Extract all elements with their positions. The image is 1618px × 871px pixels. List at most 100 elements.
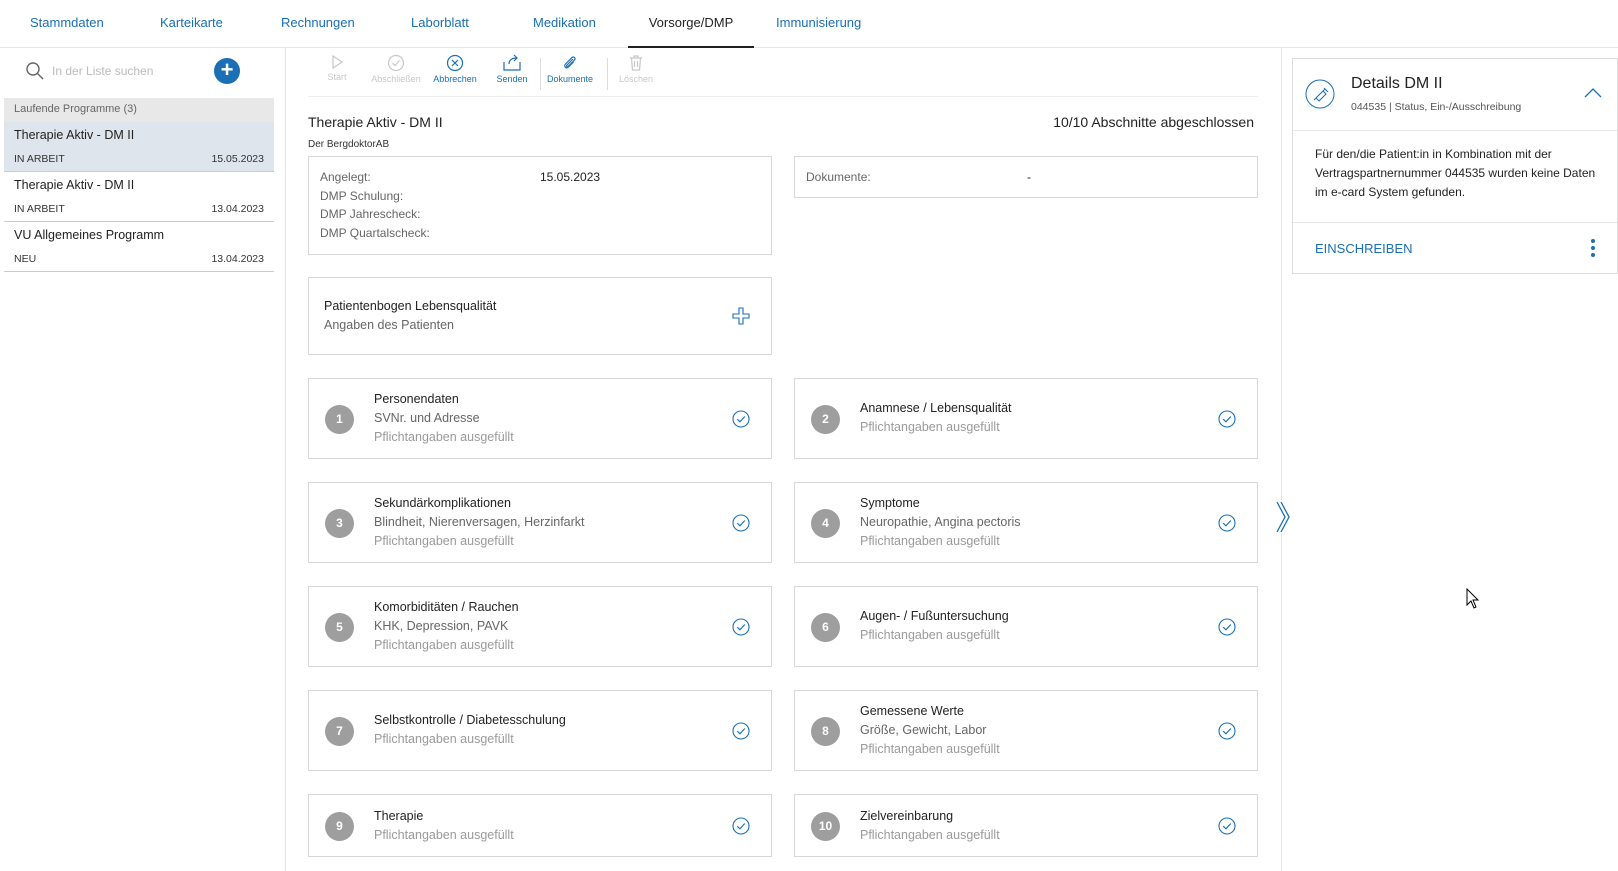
section-title: Selbstkontrolle / Diabetesschulung <box>374 713 566 727</box>
search-input[interactable] <box>52 60 202 82</box>
top-tab-bar: Stammdaten Karteikarte Rechnungen Laborb… <box>0 0 1618 48</box>
program-status: NEU <box>14 253 37 265</box>
documents-label: Dokumente <box>546 74 594 84</box>
section-status: Pflichtangaben ausgefüllt <box>374 732 514 746</box>
divider <box>1293 130 1617 131</box>
tab-karteikarte[interactable]: Karteikarte <box>160 0 223 48</box>
training-label: DMP Schulung: <box>320 189 404 203</box>
program-list-item[interactable]: Therapie Aktiv - DM II IN ARBEIT 15.05.2… <box>4 122 274 172</box>
section-number-badge: 4 <box>811 509 840 538</box>
program-list-panel: + Laufende Programme (3) Therapie Aktiv … <box>0 48 286 871</box>
complete-button[interactable]: Abschließen <box>371 54 421 84</box>
program-date: 15.05.2023 <box>211 153 264 165</box>
quarterly-check-label: DMP Quartalscheck: <box>320 226 430 240</box>
section-title: Anamnese / Lebensqualität <box>860 401 1012 415</box>
syringe-icon <box>1305 79 1335 109</box>
annual-check-label: DMP Jahrescheck: <box>320 207 421 221</box>
section-title: Sekundärkomplikationen <box>374 496 511 510</box>
enroll-button[interactable]: EINSCHREIBEN <box>1315 241 1413 256</box>
section-detail: Blindheit, Nierenversagen, Herzinfarkt <box>374 515 585 529</box>
details-panel: Details DM II 044535 | Status, Ein-/Auss… <box>1292 58 1618 274</box>
section-card-sekundaerkomplikationen[interactable]: 3 Sekundärkomplikationen Blindheit, Nier… <box>308 482 772 563</box>
send-button[interactable]: Senden <box>487 54 537 84</box>
chevron-up-icon[interactable] <box>1583 83 1603 103</box>
details-message: Für den/die Patient:in in Kombination mi… <box>1315 147 1596 199</box>
section-status: Pflichtangaben ausgefüllt <box>374 638 514 652</box>
section-card-augen-fussuntersuchung[interactable]: 6 Augen- / Fußuntersuchung Pflichtangabe… <box>794 586 1258 667</box>
check-circle-icon <box>1218 817 1236 835</box>
more-options-icon[interactable] <box>1583 237 1603 259</box>
section-card-therapie[interactable]: 9 Therapie Pflichtangaben ausgefüllt <box>308 794 772 857</box>
section-status: Pflichtangaben ausgefüllt <box>374 534 514 548</box>
collapse-panel-icon[interactable] <box>1273 500 1291 534</box>
start-label: Start <box>327 72 347 82</box>
section-status: Pflichtangaben ausgefüllt <box>860 742 1000 756</box>
section-card-gemessene-werte[interactable]: 8 Gemessene Werte Größe, Gewicht, Labor … <box>794 690 1258 771</box>
section-status: Pflichtangaben ausgefüllt <box>860 420 1000 434</box>
section-number-badge: 2 <box>811 405 840 434</box>
section-title: Therapie <box>374 809 424 823</box>
toolbar-divider <box>540 58 541 90</box>
check-circle-icon <box>732 722 750 740</box>
provider-name: Der BergdoktorAB <box>308 139 390 150</box>
program-list-item[interactable]: Therapie Aktiv - DM II IN ARBEIT 13.04.2… <box>4 172 274 222</box>
complete-label: Abschließen <box>371 74 421 84</box>
search-icon <box>26 62 44 80</box>
section-title: Augen- / Fußuntersuchung <box>860 609 1009 623</box>
panel-divider <box>1281 48 1282 871</box>
program-date: 13.04.2023 <box>211 253 264 265</box>
cancel-label: Abbrechen <box>433 74 477 84</box>
section-card-personendaten[interactable]: 1 Personendaten SVNr. und Adresse Pflich… <box>308 378 772 459</box>
add-program-button[interactable]: + <box>214 58 240 84</box>
documents-field-value: - <box>1027 170 1031 184</box>
tab-laborblatt[interactable]: Laborblatt <box>411 0 469 48</box>
section-card-anamnese[interactable]: 2 Anamnese / Lebensqualität Pflichtangab… <box>794 378 1258 459</box>
cancel-button[interactable]: Abbrechen <box>430 54 480 84</box>
start-button[interactable]: Start <box>312 54 362 82</box>
program-status: IN ARBEIT <box>14 203 65 215</box>
documents-field-label: Dokumente: <box>806 170 871 184</box>
section-status: Pflichtangaben ausgefüllt <box>860 828 1000 842</box>
program-title: Therapie Aktiv - DM II <box>14 128 135 142</box>
mouse-cursor-icon <box>1466 588 1480 609</box>
created-label: Angelegt: <box>320 170 371 184</box>
section-card-symptome[interactable]: 4 Symptome Neuropathie, Angina pectoris … <box>794 482 1258 563</box>
section-card-zielvereinbarung[interactable]: 10 Zielvereinbarung Pflichtangaben ausge… <box>794 794 1258 857</box>
section-number-badge: 3 <box>325 509 354 538</box>
details-title: Details DM II <box>1351 75 1443 92</box>
program-heading: Therapie Aktiv - DM II <box>308 114 443 130</box>
section-title: Symptome <box>860 496 920 510</box>
program-title: Therapie Aktiv - DM II <box>14 178 135 192</box>
send-label: Senden <box>496 74 528 84</box>
tab-stammdaten[interactable]: Stammdaten <box>30 0 104 48</box>
delete-button[interactable]: Löschen <box>611 54 661 84</box>
section-number-badge: 8 <box>811 717 840 746</box>
share-icon <box>503 54 521 71</box>
section-number-badge: 10 <box>811 812 840 841</box>
add-icon[interactable] <box>731 306 751 326</box>
questionnaire-title: Patientenbogen Lebensqualität <box>324 299 497 313</box>
tab-rechnungen[interactable]: Rechnungen <box>281 0 355 48</box>
section-card-komorbiditaeten[interactable]: 5 Komorbiditäten / Rauchen KHK, Depressi… <box>308 586 772 667</box>
cancel-circle-icon <box>446 54 464 72</box>
tab-vorsorge-dmp[interactable]: Vorsorge/DMP <box>628 0 754 48</box>
questionnaire-subtitle: Angaben des Patienten <box>324 318 454 332</box>
toolbar-divider <box>607 58 608 90</box>
documents-button[interactable]: Dokumente <box>545 54 595 84</box>
tab-medikation[interactable]: Medikation <box>533 0 596 48</box>
check-circle-icon <box>732 618 750 636</box>
documents-card: Dokumente: - <box>794 156 1258 198</box>
section-status: Pflichtangaben ausgefüllt <box>860 628 1000 642</box>
section-status: Pflichtangaben ausgefüllt <box>860 534 1000 548</box>
tab-immunisierung[interactable]: Immunisierung <box>776 0 861 48</box>
section-title: Personendaten <box>374 392 459 406</box>
program-status: IN ARBEIT <box>14 153 65 165</box>
section-detail: KHK, Depression, PAVK <box>374 619 509 633</box>
questionnaire-card[interactable]: Patientenbogen Lebensqualität Angaben de… <box>308 277 772 355</box>
divider <box>1293 222 1617 223</box>
action-toolbar: Start Abschließen Abbrechen Senden Dokum… <box>308 48 1258 97</box>
section-card-selbstkontrolle[interactable]: 7 Selbstkontrolle / Diabetesschulung Pfl… <box>308 690 772 771</box>
section-number-badge: 6 <box>811 613 840 642</box>
details-subtitle: 044535 | Status, Ein-/Ausschreibung <box>1351 101 1522 113</box>
program-list-item[interactable]: VU Allgemeines Programm NEU 13.04.2023 <box>4 222 274 272</box>
